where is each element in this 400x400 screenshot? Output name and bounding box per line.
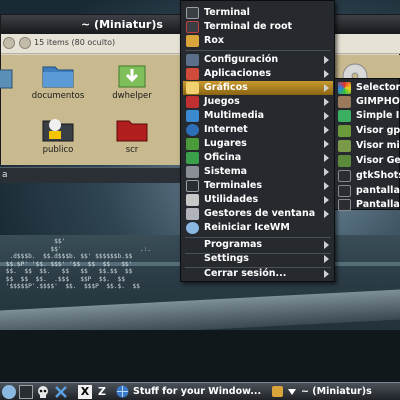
image-icon <box>338 110 351 122</box>
submenu-arrow-icon <box>324 112 329 120</box>
terminal-title: a <box>2 170 8 180</box>
menu-item-root-terminal[interactable]: Terminal de root <box>183 20 333 34</box>
graphics-icon <box>186 82 199 94</box>
menu-separator <box>185 50 331 51</box>
folder-icon <box>0 69 13 89</box>
internet-icon <box>186 124 199 136</box>
submenu-arrow-icon <box>324 196 329 204</box>
items-count: 15 items (80 oculto) <box>34 38 116 47</box>
window-managers-icon <box>186 208 199 220</box>
submenu-item-visor-geeqie[interactable]: Visor Geo <box>336 153 400 169</box>
submenu-item-gtkshots[interactable]: gtkShots <box>336 168 400 184</box>
menu-item-utilidades[interactable]: Utilidades <box>183 193 333 207</box>
download-folder-icon <box>118 65 146 88</box>
terminal-launcher-icon[interactable] <box>19 385 33 399</box>
chevron-down-icon <box>288 389 296 395</box>
utilities-icon <box>186 194 199 206</box>
globe-icon <box>116 385 129 398</box>
submenu-arrow-icon <box>324 154 329 162</box>
submenu-arrow-icon <box>324 84 329 92</box>
x-window-icon[interactable] <box>54 385 68 399</box>
settings-icon <box>186 54 199 66</box>
skull-icon[interactable] <box>36 385 50 399</box>
menu-item-gestores-de-ventana[interactable]: Gestores de ventana <box>183 207 333 221</box>
submenu-arrow-icon <box>324 140 329 148</box>
places-icon <box>186 138 199 150</box>
applications-icon <box>186 68 199 80</box>
file-item[interactable]: dwhelper <box>97 63 167 101</box>
menu-item-graficos[interactable]: Gráficos <box>183 81 333 95</box>
viewer-icon <box>338 125 351 137</box>
terminal-icon <box>186 7 199 19</box>
icewm-start-menu[interactable]: Terminal Terminal de root Rox Configurac… <box>180 0 335 282</box>
taskbar-task-stuff-for-windows[interactable]: Stuff for your Window... <box>116 384 266 400</box>
public-folder-icon <box>42 119 74 142</box>
menu-item-terminal[interactable]: Terminal <box>183 6 333 20</box>
z-icon[interactable]: Z <box>95 385 109 399</box>
viewer-icon <box>338 140 351 152</box>
close-window-icon[interactable]: X <box>78 385 92 399</box>
menu-item-oficina[interactable]: Oficina <box>183 151 333 165</box>
menu-item-multimedia[interactable]: Multimedia <box>183 109 333 123</box>
home-button[interactable] <box>19 37 31 49</box>
menu-item-reiniciar-icewm[interactable]: Reiniciar IceWM <box>183 221 333 235</box>
submenu-arrow-icon <box>324 98 329 106</box>
menu-item-terminales[interactable]: Terminales <box>183 179 333 193</box>
submenu-arrow-icon <box>324 182 329 190</box>
start-menu-icon[interactable] <box>2 385 16 399</box>
menu-item-juegos[interactable]: Juegos <box>183 95 333 109</box>
location-button[interactable] <box>3 37 15 49</box>
submenu-item-visor-gpicview[interactable]: Visor gpi <box>336 123 400 139</box>
submenu-arrow-icon <box>324 210 329 218</box>
submenu-arrow-icon <box>324 56 329 64</box>
graficos-submenu[interactable]: Selector GIMPHOT Simple In Visor gpi Vis… <box>334 78 400 213</box>
menu-item-lugares[interactable]: Lugares <box>183 137 333 151</box>
terminals-icon <box>186 180 199 192</box>
submenu-arrow-icon <box>324 270 329 278</box>
screenshot-icon <box>338 199 351 211</box>
submenu-item-visor-mirage[interactable]: Visor mir <box>336 138 400 154</box>
wallpaper-foreground <box>0 330 400 382</box>
file-item[interactable]: documentos <box>23 63 93 101</box>
window-title: ~ (Miniatur)s <box>81 18 163 31</box>
system-icon <box>186 166 199 178</box>
taskbar-task-miniatur[interactable]: ~ (Miniatur)s <box>271 384 400 400</box>
menu-item-rox[interactable]: Rox <box>183 34 333 48</box>
multimedia-icon <box>186 110 199 122</box>
menu-item-configuracion[interactable]: Configuración <box>183 53 333 67</box>
gimphoto-icon <box>338 96 351 108</box>
submenu-arrow-icon <box>324 70 329 78</box>
folder-icon <box>42 66 74 88</box>
menu-item-settings[interactable]: Settings <box>183 252 333 266</box>
red-folder-icon <box>116 120 148 142</box>
restart-icon <box>186 222 199 234</box>
rox-filer-icon <box>272 386 283 397</box>
menu-item-programas[interactable]: Programas <box>183 238 333 252</box>
file-item[interactable]: scr <box>97 115 167 155</box>
screenshot-icon <box>338 170 351 182</box>
file-item[interactable]: publico <box>23 115 93 155</box>
submenu-item-simple-image[interactable]: Simple In <box>336 108 400 124</box>
menu-item-sistema[interactable]: Sistema <box>183 165 333 179</box>
menu-item-aplicaciones[interactable]: Aplicaciones <box>183 67 333 81</box>
color-selector-icon <box>338 82 351 94</box>
taskbar: X Z Stuff for your Window... ~ (Miniatur… <box>0 382 400 400</box>
submenu-item-pantallazo-2[interactable]: Pantallaz <box>336 197 400 213</box>
menu-item-internet[interactable]: Internet <box>183 123 333 137</box>
rox-filer-icon <box>186 35 199 47</box>
menu-item-cerrar-sesion[interactable]: Cerrar sesión... <box>183 267 333 281</box>
submenu-arrow-icon <box>324 168 329 176</box>
submenu-arrow-icon <box>324 255 329 263</box>
submenu-arrow-icon <box>324 241 329 249</box>
root-terminal-icon <box>186 21 199 33</box>
games-icon <box>186 96 199 108</box>
office-icon <box>186 152 199 164</box>
submenu-arrow-icon <box>324 126 329 134</box>
viewer-icon <box>338 155 351 167</box>
screenshot-icon <box>338 185 351 197</box>
